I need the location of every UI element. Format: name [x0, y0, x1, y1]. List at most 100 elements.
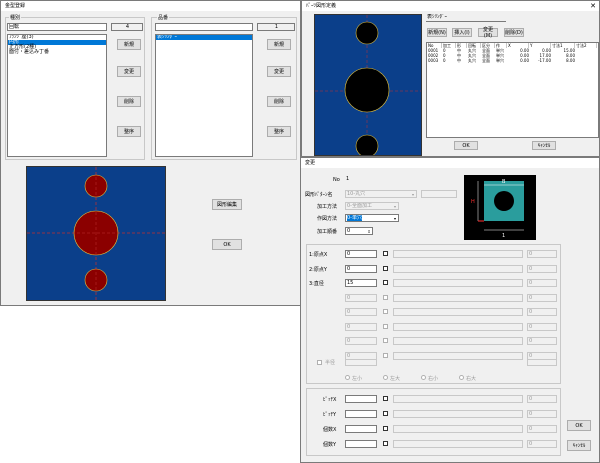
main-window: 金型登録 種別 回転 4 ﾌﾗﾝｼﾞ座(3) 円形 正方形(2種) 面付・差込み丁番 …: [0, 0, 301, 306]
name-delete-button[interactable]: 削除: [267, 96, 291, 107]
name-label: 品番: [157, 14, 170, 21]
corner-radio-label: 左大: [390, 376, 401, 382]
param-formula-field: [393, 279, 523, 287]
name-list-item[interactable]: 表ｼﾘﾝﾀﾞｰ: [156, 35, 252, 40]
kind-list-item[interactable]: 面付・差込み丁番: [8, 50, 106, 55]
pitch-checkbox[interactable]: [383, 441, 388, 446]
shape-name-field: 表ｼﾘﾝﾀﾞｰ: [426, 14, 506, 22]
main-ok-button[interactable]: OK: [212, 239, 242, 250]
edit-dialog: 変更 No 1 図形ﾊﾟﾀｰﾝ名 10-丸穴 ▾ 加工方法 0-全面加工 ▾ 作図方…: [300, 157, 600, 463]
chevron-down-icon: ▾: [393, 204, 396, 209]
name-new-button[interactable]: 新規: [267, 39, 291, 50]
pitch-value-field[interactable]: [345, 440, 377, 448]
param-label: 3:直径: [309, 281, 324, 287]
close-icon[interactable]: ✕: [590, 1, 596, 11]
spin-icon[interactable]: ⇕: [366, 228, 372, 234]
shape-hole-center: [344, 67, 390, 113]
corner-radio-label: 右小: [428, 376, 439, 382]
shape-cancel-button[interactable]: ｷｬﾝｾﾙ: [532, 141, 556, 150]
shape-new-button[interactable]: 新規(N): [427, 28, 447, 37]
shape-window: ﾊﾟｰﾂ図形定義 ✕ 表ｼﾘﾝﾀﾞｰ 新規(N) 挿入(I) 変更(M) 削除(D…: [301, 0, 600, 158]
param-formula-field: [393, 323, 523, 331]
kind-new-button[interactable]: 新規: [117, 39, 141, 50]
shape-ok-button[interactable]: OK: [454, 141, 478, 150]
table-cell: [575, 58, 597, 63]
edit-ok-button[interactable]: OK: [567, 420, 591, 431]
corner-radio: [345, 375, 350, 380]
shape-preview-svg: [315, 15, 421, 158]
name-count: 1: [257, 23, 295, 31]
method-value: 0-全面加工: [347, 203, 372, 209]
pitch-value-field[interactable]: [345, 395, 377, 403]
draw-label: 作図方法: [317, 216, 338, 222]
param-checkbox[interactable]: [383, 251, 388, 256]
pattern-extra-field: [421, 190, 457, 198]
table-cell: 中: [457, 58, 461, 63]
table-row[interactable]: 0003 0 中 丸穴 全面 単穴 0.00 -17.00 8.00: [427, 58, 598, 63]
thumb-label-bottom: 1: [502, 233, 505, 239]
param-checkbox[interactable]: [383, 266, 388, 271]
chevron-down-icon: ▾: [411, 192, 414, 197]
name-input[interactable]: [155, 23, 253, 31]
param-result-field: 0: [527, 323, 557, 331]
kind-label: 種別: [9, 14, 22, 21]
pitch-checkbox[interactable]: [383, 396, 388, 401]
param-checkbox[interactable]: [383, 280, 388, 285]
pitch-formula-field: [393, 410, 523, 418]
param-formula-field: [393, 265, 523, 273]
main-title: 金型登録: [5, 3, 26, 9]
shape-hole-top: [355, 21, 379, 45]
param-value-field: 0: [345, 352, 377, 360]
pitch-value-field[interactable]: [345, 410, 377, 418]
param-formula-field: [393, 250, 523, 258]
param-value-field[interactable]: 0: [345, 250, 377, 258]
name-edit-button[interactable]: 変更: [267, 66, 291, 77]
shape-edit-button[interactable]: 変更(M): [478, 27, 498, 39]
name-list[interactable]: 表ｼﾘﾝﾀﾞｰ: [155, 34, 253, 157]
edit-titlebar: 変更: [301, 158, 599, 168]
shape-edit-button[interactable]: 図形編集: [212, 199, 242, 210]
pitch-checkbox[interactable]: [383, 411, 388, 416]
param-checkbox: [383, 353, 388, 358]
table-cell: 全面: [482, 58, 490, 63]
pitch-label: ﾋﾟｯﾁX: [323, 397, 337, 403]
order-stepper[interactable]: 0 ⇕: [345, 227, 373, 235]
main-titlebar: 金型登録: [1, 1, 300, 11]
pitch-checkbox[interactable]: [383, 426, 388, 431]
shape-delete-button[interactable]: 削除(D): [504, 28, 524, 37]
kind-list[interactable]: ﾌﾗﾝｼﾞ座(3) 円形 正方形(2種) 面付・差込み丁番: [7, 34, 107, 157]
thumb-label-top: B: [502, 179, 506, 185]
corner-radio: [459, 375, 464, 380]
param-checkbox: [383, 309, 388, 314]
no-label: No: [333, 177, 340, 183]
method-select: 0-全面加工 ▾: [345, 202, 399, 210]
shape-insert-button[interactable]: 挿入(I): [452, 28, 472, 37]
kind-sort-button[interactable]: 整序: [117, 126, 141, 137]
kind-edit-button[interactable]: 変更: [117, 66, 141, 77]
thumb-label-left: H: [471, 199, 475, 205]
table-cell: 0.00: [520, 58, 529, 63]
param-formula-field: [393, 308, 523, 316]
name-sort-button[interactable]: 整序: [267, 126, 291, 137]
param-value-field[interactable]: 15: [345, 279, 377, 287]
shape-thumbnail: B H 1: [464, 175, 536, 240]
table-cell: 0003: [428, 58, 439, 63]
kind-input[interactable]: 回転: [7, 23, 107, 31]
pitch-value-field[interactable]: [345, 425, 377, 433]
param-result-field: 0: [527, 294, 557, 302]
pitch-result-field: 0: [527, 395, 557, 403]
param-result-field: 0: [527, 279, 557, 287]
param-checkbox: [383, 324, 388, 329]
param-value-field[interactable]: 0: [345, 265, 377, 273]
no-field: 1: [345, 176, 373, 183]
edit-cancel-button[interactable]: ｷｬﾝｾﾙ: [567, 440, 591, 451]
kind-delete-button[interactable]: 削除: [117, 96, 141, 107]
param-result-field: 0: [527, 352, 557, 360]
table-cell: 単穴: [496, 58, 504, 63]
shape-table[interactable]: No 加工形回転 区分作 X Y 寸法1 寸法2 0001 0 中丸穴 全面 単穴 0.00 0.00 15…: [426, 42, 599, 138]
draw-select[interactable]: 0-単穴 ▾: [345, 214, 399, 222]
shape-hole-bottom: [355, 134, 379, 158]
pitch-formula-field: [393, 425, 523, 433]
corner-radio-label: 左小: [352, 376, 363, 382]
corner-radio-label: 右大: [466, 376, 477, 382]
